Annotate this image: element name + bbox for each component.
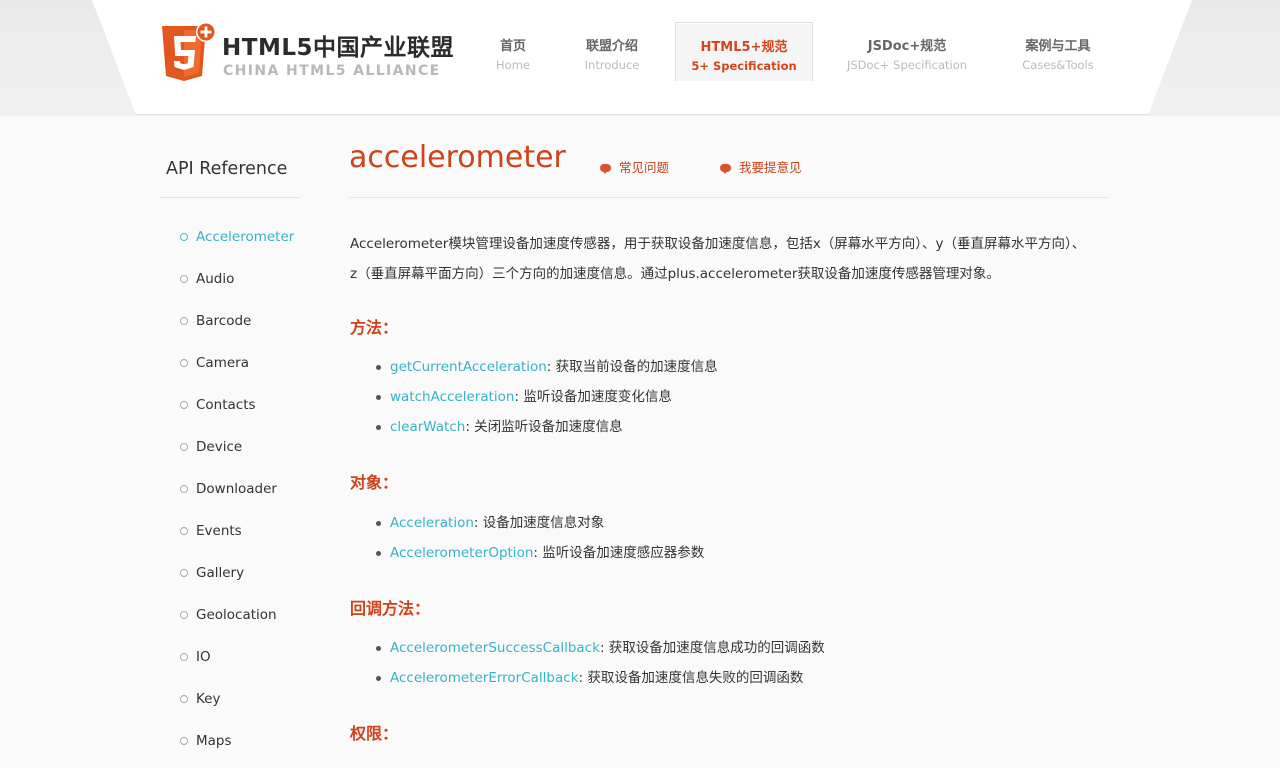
list-item: getCurrentAcceleration: 获取当前设备的加速度信息 [376,352,718,382]
nav-sublabel: JSDoc+ Specification [846,58,968,72]
sidebar-title: API Reference [166,159,288,179]
callback-link[interactable]: AccelerometerSuccessCallback [390,640,600,656]
method-desc: : 获取当前设备的加速度信息 [546,359,718,375]
list-item: AccelerometerOption: 监听设备加速度感应器参数 [376,538,704,568]
speech-bubble-icon [600,164,611,174]
bullet-icon [180,569,188,577]
list-item: clearWatch: 关闭监听设备加速度信息 [376,412,718,442]
bullet-icon [180,359,188,367]
sidebar-item-label: Audio [196,271,235,287]
logo-title: HTML5中国产业联盟 [222,35,454,61]
nav-label: 案例与工具 [1025,39,1091,54]
nav-label: 联盟介绍 [585,39,638,54]
list-item: Acceleration: 设备加速度信息对象 [376,508,704,538]
sidebar-item-label: Downloader [196,481,277,497]
logo-subtitle: CHINA HTML5 ALLIANCE [223,63,441,79]
speech-bubble-icon [720,164,731,174]
bullet-icon [180,443,188,451]
callback-link[interactable]: AccelerometerErrorCallback [390,670,579,686]
nav-label: JSDoc+规范 [867,39,947,54]
html5-shield-icon [162,22,216,81]
feedback-link-label: 我要提意见 [739,160,802,175]
objects-heading: 对象： [350,473,399,492]
nav-jsdoc[interactable]: JSDoc+规范 JSDoc+ Specification [840,22,974,80]
nav-label: 首页 [499,39,526,54]
nav-sublabel: Home [496,58,530,72]
method-link[interactable]: watchAcceleration [390,389,514,405]
bullet-icon [180,275,188,283]
method-link[interactable]: clearWatch [390,419,465,435]
module-description: Accelerometer模块管理设备加速度传感器，用于获取设备加速度信息，包括… [350,236,1086,282]
bullet-icon [180,653,188,661]
nav-sublabel: Introduce [584,58,640,72]
callbacks-heading: 回调方法： [350,599,431,618]
sidebar-item-label: Geolocation [196,607,277,623]
nav-label: HTML5+规范 [700,40,788,55]
list-item: AccelerometerErrorCallback: 获取设备加速度信息失败的… [376,663,825,693]
nav-specification[interactable]: HTML5+规范 5+ Specification [675,22,813,81]
sidebar-divider [160,197,300,198]
list-item: AccelerometerSuccessCallback: 获取设备加速度信息成… [376,633,825,663]
sidebar-item-label: Contacts [196,397,256,413]
bullet-icon [180,527,188,535]
faq-link[interactable]: 常见问题 [600,157,669,176]
sidebar-item-label: Barcode [196,313,252,329]
object-link[interactable]: Acceleration [390,515,474,531]
list-item: watchAcceleration: 监听设备加速度变化信息 [376,382,718,412]
nav-introduce[interactable]: 联盟介绍 Introduce [572,22,652,80]
object-link[interactable]: AccelerometerOption [390,545,533,561]
bullet-icon [180,737,188,745]
methods-heading: 方法： [350,318,399,337]
sidebar-item-label: Maps [196,733,232,749]
sidebar-item-label: Gallery [196,565,245,581]
permissions-heading: 权限： [350,724,399,743]
methods-list: getCurrentAcceleration: 获取当前设备的加速度信息 wat… [376,352,718,442]
callback-desc: : 获取设备加速度信息失败的回调函数 [578,670,804,686]
objects-list: Acceleration: 设备加速度信息对象 AccelerometerOpt… [376,508,704,568]
feedback-link[interactable]: 我要提意见 [720,157,802,176]
nav-home[interactable]: 首页 Home [480,22,546,80]
method-link[interactable]: getCurrentAcceleration [390,359,547,375]
bullet-icon [180,233,188,241]
callback-desc: : 获取设备加速度信息成功的回调函数 [599,640,825,656]
nav-cases-tools[interactable]: 案例与工具 Cases&Tools [1012,22,1104,80]
bullet-icon [180,317,188,325]
page-title: accelerometer [349,140,566,175]
sidebar-item-label: Accelerometer [196,229,295,245]
sidebar-item-label: IO [196,649,211,665]
object-desc: : 设备加速度信息对象 [473,515,605,531]
nav-sublabel: 5+ Specification [691,59,797,73]
nav-sublabel: Cases&Tools [1022,58,1094,72]
site-logo[interactable]: HTML5中国产业联盟 CHINA HTML5 ALLIANCE [160,22,460,84]
bullet-icon [180,401,188,409]
object-desc: : 监听设备加速度感应器参数 [533,545,705,561]
bullet-icon [180,611,188,619]
bullet-icon [180,485,188,493]
sidebar-item-label: Events [196,523,242,539]
sidebar-item-label: Camera [196,355,249,371]
callbacks-list: AccelerometerSuccessCallback: 获取设备加速度信息成… [376,633,825,693]
sidebar-item-label: Key [196,691,221,707]
sidebar-item-label: Device [196,439,243,455]
method-desc: : 关闭监听设备加速度信息 [465,419,623,435]
bullet-icon [180,695,188,703]
faq-link-label: 常见问题 [619,160,670,175]
method-desc: : 监听设备加速度变化信息 [514,389,672,405]
title-divider [349,197,1109,198]
